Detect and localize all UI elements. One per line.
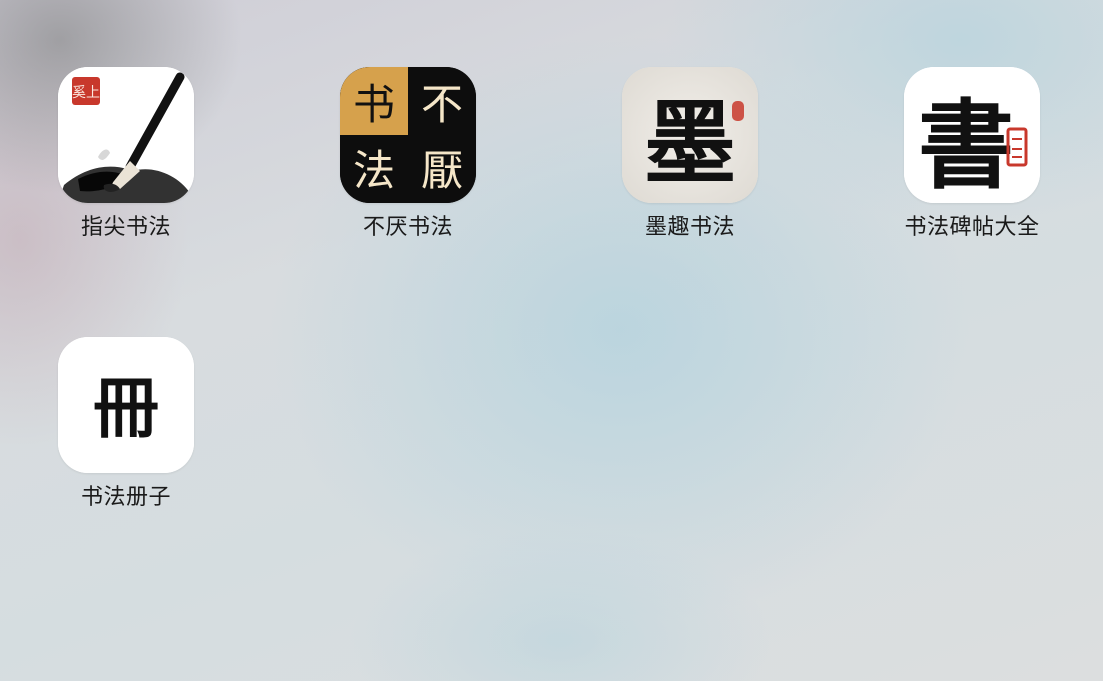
app-label: 书法册子 [80,485,171,510]
glyph-yan: 厭 [421,146,463,195]
app-label: 书法碑帖大全 [904,215,1040,240]
glyph-shu-trad: 書 [918,89,1014,202]
shu-character-icon: 書 [904,67,1040,203]
mo-character-icon: 墨 [622,67,758,203]
app-label: 不厌书法 [362,215,453,240]
brush-ink-icon: 奚上 [58,67,194,203]
glyph-mo: 墨 [644,89,736,197]
glyph-bu: 不 [421,80,463,129]
buyan-calligraphy-icon: 书 不 法 厭 [340,67,476,203]
seal-text: 奚上 [72,85,100,101]
app-zhijian-shufa[interactable]: 奚上 指尖书法 [36,67,216,257]
glyph-ce: 冊 [93,369,159,447]
app-buyan-shufa[interactable]: 书 不 法 厭 不厌书法 [318,67,498,257]
app-shufa-cezi[interactable]: 冊 书法册子 [36,337,216,527]
ce-character-icon: 冊 [58,337,194,473]
glyph-fa: 法 [353,146,395,195]
app-label: 指尖书法 [80,215,171,240]
app-label: 墨趣书法 [644,215,735,240]
app-shufa-beitie-daquan[interactable]: 書 书法碑帖大全 [882,67,1062,257]
app-moqu-shufa[interactable]: 墨 墨趣书法 [600,67,780,257]
glyph-shu: 书 [353,80,395,129]
